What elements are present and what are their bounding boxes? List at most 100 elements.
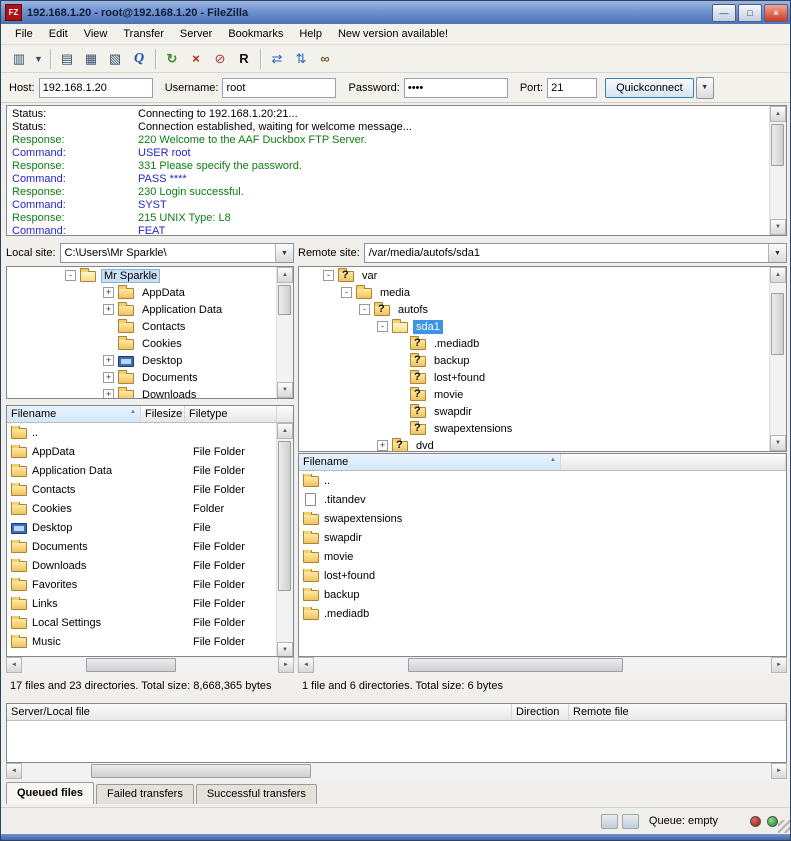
tree-item-swapdir[interactable]: swapdir	[299, 403, 786, 420]
tree-item-documents[interactable]: + Documents	[7, 369, 293, 386]
tree-item-media[interactable]: - media	[299, 284, 786, 301]
tree-item-movie[interactable]: movie	[299, 386, 786, 403]
column-header-server-local-file[interactable]: Server/Local file	[7, 704, 512, 720]
queue-horizontal-scrollbar[interactable]: ◄ ►	[6, 763, 787, 780]
toggle-queue-icon[interactable]: Q	[127, 47, 151, 70]
combo-dropdown-icon[interactable]: ▼	[768, 244, 786, 262]
remote-site-combo[interactable]: /var/media/autofs/sda1 ▼	[364, 243, 787, 263]
file-row[interactable]: .mediadb	[299, 604, 786, 623]
menu-edit[interactable]: Edit	[41, 26, 76, 42]
scroll-up-button[interactable]: ▲	[770, 106, 786, 122]
scrollbar-thumb[interactable]	[86, 658, 176, 672]
menu-transfer[interactable]: Transfer	[115, 26, 172, 42]
tree-item-contacts[interactable]: Contacts	[7, 318, 293, 335]
menu-file[interactable]: File	[7, 26, 41, 42]
toggle-remote-tree-icon[interactable]: ▧	[103, 47, 127, 70]
column-header-filetype[interactable]: Filetype	[185, 406, 277, 422]
menu-server[interactable]: Server	[172, 26, 220, 42]
reconnect-icon[interactable]: R	[232, 47, 256, 70]
file-row[interactable]: LinksFile Folder	[7, 594, 293, 613]
file-row[interactable]: AppDataFile Folder	[7, 442, 293, 461]
tree-item-dvd[interactable]: + dvd	[299, 437, 786, 452]
tree-item-desktop[interactable]: + Desktop	[7, 352, 293, 369]
file-row[interactable]: movie	[299, 547, 786, 566]
expander-icon[interactable]: +	[103, 355, 114, 366]
tree-item-mr-sparkle[interactable]: - Mr Sparkle	[7, 267, 293, 284]
tree-item-sda1[interactable]: - sda1	[299, 318, 786, 335]
find-files-icon[interactable]: ∞	[313, 47, 337, 70]
refresh-icon[interactable]: ↻	[160, 47, 184, 70]
local-list-vertical-scrollbar[interactable]: ▲ ▼	[276, 423, 293, 657]
tab-queued-files[interactable]: Queued files	[6, 782, 94, 804]
minimize-button[interactable]: —	[712, 4, 736, 22]
host-input[interactable]	[39, 78, 153, 98]
close-button[interactable]: ×	[764, 4, 788, 22]
menu-help[interactable]: Help	[291, 26, 330, 42]
tree-item-appdata[interactable]: + AppData	[7, 284, 293, 301]
scroll-right-button[interactable]: ►	[278, 657, 294, 673]
expander-icon[interactable]: +	[103, 372, 114, 383]
expander-icon[interactable]: -	[359, 304, 370, 315]
scroll-left-button[interactable]: ◄	[298, 657, 314, 673]
resize-grip[interactable]	[778, 820, 791, 833]
scroll-left-button[interactable]: ◄	[6, 657, 22, 673]
column-header-filename[interactable]: Filename▲	[299, 454, 561, 470]
tree-item-swapextensions[interactable]: swapextensions	[299, 420, 786, 437]
scrollbar-thumb[interactable]	[278, 441, 291, 591]
expander-icon[interactable]: +	[103, 304, 114, 315]
site-manager-dropdown-icon[interactable]: ▼	[31, 47, 46, 70]
file-row[interactable]: swapextensions	[299, 509, 786, 528]
file-row[interactable]: ..	[299, 471, 786, 490]
tab-failed-transfers[interactable]: Failed transfers	[96, 784, 194, 804]
file-row[interactable]: Local SettingsFile Folder	[7, 613, 293, 632]
expander-icon[interactable]: +	[377, 440, 388, 451]
scroll-down-button[interactable]: ▼	[770, 219, 786, 235]
port-input[interactable]	[547, 78, 597, 98]
tree-item-cookies[interactable]: Cookies	[7, 335, 293, 352]
scrollbar-thumb[interactable]	[771, 124, 784, 166]
tree-item-backup[interactable]: backup	[299, 352, 786, 369]
file-row[interactable]: CookiesFolder	[7, 499, 293, 518]
password-input[interactable]	[404, 78, 508, 98]
expander-icon[interactable]: -	[65, 270, 76, 281]
menu-bookmarks[interactable]: Bookmarks	[220, 26, 291, 42]
combo-dropdown-icon[interactable]: ▼	[275, 244, 293, 262]
username-input[interactable]	[222, 78, 336, 98]
scroll-up-button[interactable]: ▲	[277, 267, 293, 283]
scrollbar-thumb[interactable]	[278, 285, 291, 315]
remote-tree-vertical-scrollbar[interactable]: ▲ ▼	[769, 267, 786, 451]
expander-icon[interactable]: -	[323, 270, 334, 281]
directory-comparison-icon[interactable]: ⇄	[265, 47, 289, 70]
synchronized-browsing-icon[interactable]: ⇅	[289, 47, 313, 70]
column-header-direction[interactable]: Direction	[512, 704, 569, 720]
file-row[interactable]: backup	[299, 585, 786, 604]
file-row[interactable]: .titandev	[299, 490, 786, 509]
toggle-message-log-icon[interactable]: ▤	[55, 47, 79, 70]
app-icon[interactable]: FZ	[5, 4, 22, 21]
local-tree-vertical-scrollbar[interactable]: ▲ ▼	[276, 267, 293, 398]
site-manager-icon[interactable]: ▥	[7, 47, 31, 70]
column-header-filename[interactable]: Filename▲	[7, 406, 141, 422]
scroll-right-button[interactable]: ►	[771, 657, 787, 673]
scrollbar-thumb[interactable]	[771, 293, 784, 355]
scroll-down-button[interactable]: ▼	[277, 382, 293, 398]
log-vertical-scrollbar[interactable]: ▲ ▼	[769, 106, 786, 235]
tree-item-application-data[interactable]: + Application Data	[7, 301, 293, 318]
local-site-combo[interactable]: C:\Users\Mr Sparkle\ ▼	[60, 243, 294, 263]
menu-new-version[interactable]: New version available!	[330, 26, 456, 42]
tree-item-lost-found[interactable]: lost+found	[299, 369, 786, 386]
file-row[interactable]: lost+found	[299, 566, 786, 585]
file-row[interactable]: ..	[7, 423, 293, 442]
file-row[interactable]: Application DataFile Folder	[7, 461, 293, 480]
scrollbar-thumb[interactable]	[408, 658, 623, 672]
file-row[interactable]: DesktopFile	[7, 518, 293, 537]
file-row[interactable]: FavoritesFile Folder	[7, 575, 293, 594]
file-row[interactable]: DocumentsFile Folder	[7, 537, 293, 556]
scroll-up-button[interactable]: ▲	[277, 423, 293, 439]
scroll-left-button[interactable]: ◄	[6, 763, 22, 779]
expander-icon[interactable]: -	[341, 287, 352, 298]
scroll-up-button[interactable]: ▲	[770, 267, 786, 283]
scroll-right-button[interactable]: ►	[771, 763, 787, 779]
disconnect-icon[interactable]: ⊘	[208, 47, 232, 70]
column-header-remote-file[interactable]: Remote file	[569, 704, 786, 720]
